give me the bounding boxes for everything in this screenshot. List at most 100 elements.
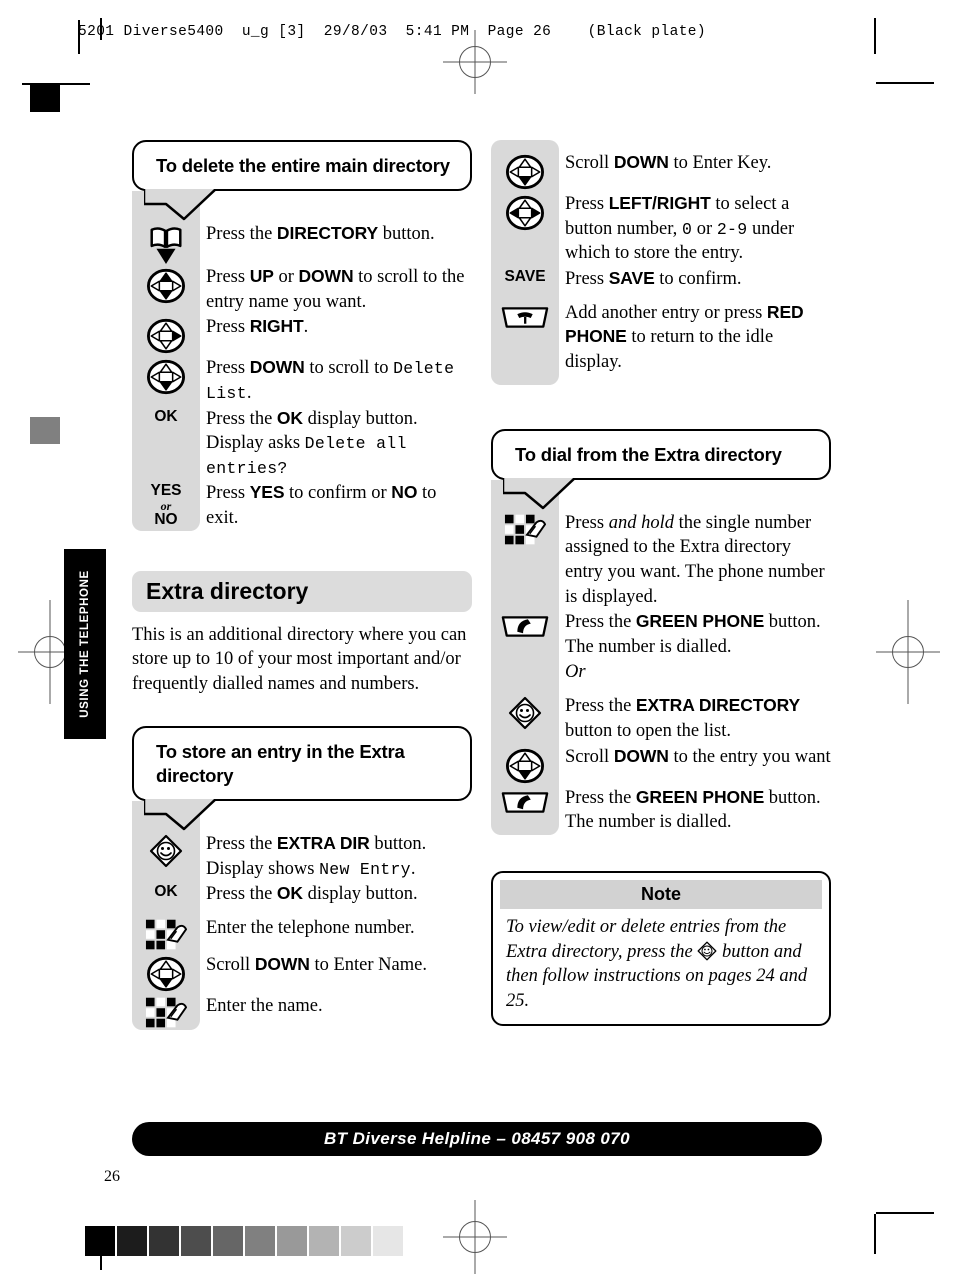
keypad-icon (145, 918, 187, 952)
instruction-step: Press DOWN to scroll to Delete List. (132, 355, 472, 405)
step-icon-cell (491, 300, 559, 331)
bubble-title: To store an entry in the Extra directory (156, 741, 405, 786)
step-text: Or (565, 662, 586, 683)
step-list: Scroll DOWN to Enter Key. Press LEFT/RIG… (491, 150, 831, 375)
page-number: 26 (104, 1168, 120, 1185)
instruction-step: Press the GREEN PHONE button. The number… (491, 609, 831, 659)
bubble-heading-dial-from-extra-directory: To dial from the Extra directory (491, 428, 831, 510)
note-box: Note To view/edit or delete entries from… (491, 870, 831, 1026)
step-list: Press the EXTRA DIR button. Display show… (132, 831, 472, 1030)
step-list: Press and hold the single number assigne… (491, 510, 831, 835)
instruction-step: Press the EXTRA DIRECTORY button to open… (491, 693, 831, 743)
bubble-tail-icon (503, 475, 577, 510)
green-phone-icon (500, 788, 550, 816)
print-slug: 5201 Diverse5400 u_g [3] 29/8/03 5:41 PM… (78, 24, 706, 40)
section-heading-extra-directory: Extra directory (132, 570, 472, 612)
step-icon-cell: YES or NO (132, 480, 200, 528)
step-icon-cell (491, 150, 559, 191)
step-text: Press UP or DOWN to scroll to the entry … (206, 266, 465, 312)
step-icon-cell (132, 314, 200, 355)
dpad-down-icon (147, 358, 185, 396)
red-phone-icon (500, 303, 550, 331)
instruction-step: Scroll DOWN to Enter Name. (132, 952, 472, 993)
step-icon-cell: OK (132, 406, 200, 425)
instruction-step: Press LEFT/RIGHT to select a button numb… (491, 191, 831, 266)
instruction-step: Scroll DOWN to Enter Key. (491, 150, 831, 191)
instruction-step: Enter the telephone number. (132, 915, 472, 952)
registration-target-bottom (443, 1200, 507, 1274)
instruction-step: SAVE Press SAVE to confirm. (491, 266, 831, 300)
instruction-step: Press UP or DOWN to scroll to the entry … (132, 264, 472, 314)
gray-swatch (373, 1226, 403, 1256)
step-icon-cell (132, 221, 200, 265)
helpline-banner: BT Diverse Helpline – 08457 908 070 (132, 1122, 822, 1156)
instruction-step: Press the EXTRA DIR button. Display show… (132, 831, 472, 881)
step-text: Press the EXTRA DIRECTORY button to open… (565, 695, 801, 742)
crop-mark-bottom-right-h (876, 1212, 934, 1214)
step-text: Press DOWN to scroll to Delete List. (206, 357, 455, 404)
directory-book-icon (148, 224, 184, 265)
instruction-step: OK Press the OK display button. Display … (132, 406, 472, 481)
step-text: Press the GREEN PHONE button. The number… (565, 786, 821, 833)
button-label-yes-no: YES or NO (150, 482, 182, 529)
step-text: Scroll DOWN to the entry you want (565, 745, 831, 767)
step-text: Press RIGHT. (206, 316, 309, 338)
keypad-icon (504, 513, 546, 547)
instruction-strip-store-entry: Press the EXTRA DIR button. Display show… (132, 801, 472, 1031)
right-column: Scroll DOWN to Enter Key. Press LEFT/RIG… (491, 140, 831, 1026)
bubble-tail-icon (144, 797, 218, 831)
gray-swatch (213, 1226, 243, 1256)
gray-swatch (85, 1226, 115, 1256)
step-list: Press the DIRECTORY button. Press UP or … (132, 221, 472, 530)
section-title: Extra directory (146, 577, 309, 604)
instruction-strip-dial-steps: Press and hold the single number assigne… (491, 479, 831, 835)
crop-mark-top-right-h (876, 82, 934, 84)
gray-swatch (117, 1226, 147, 1256)
instruction-step: OK Press the OK display button. (132, 881, 472, 915)
step-icon-cell: OK (132, 881, 200, 900)
bubble-tail-icon (144, 187, 218, 221)
bubble-heading-store-entry: To store an entry in the Extra directory (132, 726, 472, 831)
bubble-title: To delete the entire main directory (156, 155, 450, 176)
step-icon-cell (491, 609, 559, 640)
bubble-title: To dial from the Extra directory (515, 443, 782, 465)
instruction-step: Press and hold the single number assigne… (491, 510, 831, 609)
instruction-step: Or (491, 659, 831, 693)
dpad-down-icon (506, 747, 544, 785)
step-text: Enter the telephone number. (206, 918, 415, 939)
step-text: Enter the name. (206, 996, 323, 1017)
step-icon-cell (132, 831, 200, 868)
step-text: Scroll DOWN to Enter Name. (206, 954, 427, 976)
step-icon-cell: SAVE (491, 266, 559, 285)
instruction-step: Press the GREEN PHONE button. The number… (491, 785, 831, 835)
step-text: Press the GREEN PHONE button. The number… (565, 611, 821, 657)
dpad-updown-icon (147, 267, 185, 305)
extra-dir-icon (697, 941, 717, 961)
instruction-step: Enter the name. (132, 993, 472, 1030)
instruction-strip-delete-main-directory: Press the DIRECTORY button. Press UP or … (132, 191, 472, 531)
step-text: Scroll DOWN to Enter Key. (565, 152, 772, 173)
side-tab-label: USING THE TELEPHONE (79, 570, 91, 718)
bubble-heading-delete-main-directory: To delete the entire main directory (132, 140, 472, 221)
step-text: Press and hold the single number assigne… (565, 512, 825, 607)
instruction-step: Add another entry or press RED PHONE to … (491, 300, 831, 375)
step-text: Press the OK display button. Display ask… (206, 407, 418, 478)
gray-swatch (149, 1226, 179, 1256)
registration-block-black (30, 85, 60, 112)
step-icon-cell (491, 191, 559, 232)
button-label-ok: OK (154, 883, 178, 901)
crop-mark-top-right-v (874, 18, 876, 54)
instruction-step: Scroll DOWN to the entry you want (491, 744, 831, 785)
step-text: Press SAVE to confirm. (565, 267, 742, 289)
step-text: Press the DIRECTORY button. (206, 223, 435, 245)
green-phone-icon (500, 612, 550, 640)
step-icon-cell (132, 355, 200, 396)
gray-swatch (309, 1226, 339, 1256)
step-icon-cell (491, 659, 559, 662)
gray-swatch (181, 1226, 211, 1256)
step-icon-cell (491, 785, 559, 816)
extra-dir-icon (149, 834, 183, 868)
gray-swatch (341, 1226, 371, 1256)
dpad-leftright-icon (506, 194, 544, 232)
instruction-step: Press RIGHT. (132, 314, 472, 355)
